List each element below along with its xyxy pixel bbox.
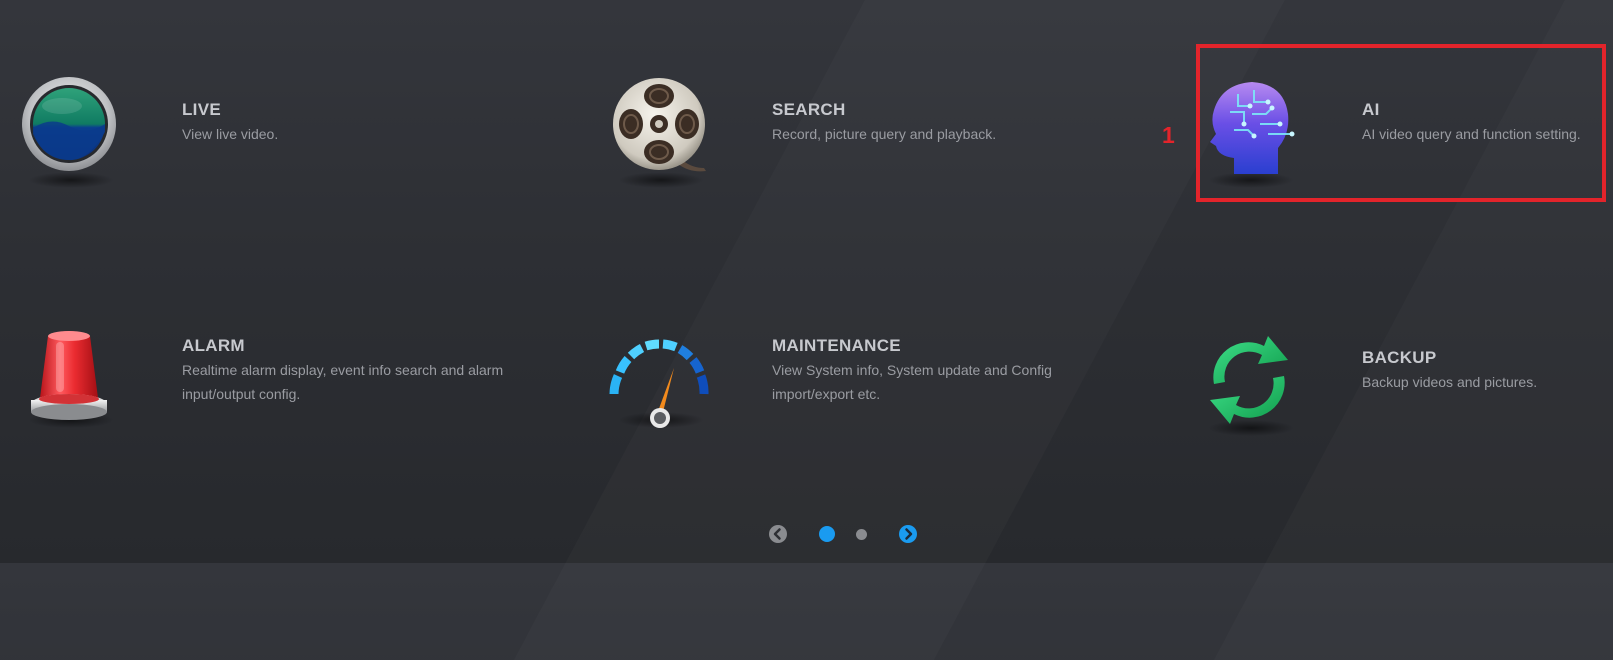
tile-description: View System info, System update and Conf… (772, 362, 1052, 402)
monitor-icon (14, 72, 124, 182)
tile-description: View live video. (182, 126, 279, 142)
page-dot-1[interactable] (819, 526, 835, 542)
tile-description: Backup videos and pictures. (1362, 374, 1538, 390)
siren-icon (14, 326, 124, 436)
menu-tile-alarm[interactable]: ALARM Realtime alarm display, event info… (0, 296, 560, 436)
menu-tile-maintenance[interactable]: MAINTENANCE View System info, System upd… (590, 296, 1150, 436)
tile-title: SEARCH (772, 100, 846, 119)
tile-description: Realtime alarm display, event info searc… (182, 362, 504, 402)
pagination (0, 525, 1613, 545)
film-reel-icon (604, 72, 714, 182)
tile-title: LIVE (182, 100, 221, 119)
sync-arrows-icon (1194, 326, 1304, 436)
previous-page-icon[interactable] (769, 525, 787, 543)
page-dot-2[interactable] (856, 529, 867, 540)
annotation-highlight-box (1196, 44, 1606, 202)
tile-title: BACKUP (1362, 348, 1437, 367)
next-page-icon[interactable] (899, 525, 917, 543)
menu-tile-backup[interactable]: BACKUP Backup videos and pictures. (1180, 296, 1600, 436)
menu-tile-live[interactable]: LIVE View live video. (0, 60, 560, 200)
annotation-number: 1 (1162, 122, 1175, 148)
tile-title: ALARM (182, 336, 245, 355)
tile-description: Record, picture query and playback. (772, 126, 997, 142)
menu-tile-search[interactable]: SEARCH Record, picture query and playbac… (590, 60, 1150, 200)
gauge-icon (604, 332, 714, 442)
tile-title: MAINTENANCE (772, 336, 901, 355)
